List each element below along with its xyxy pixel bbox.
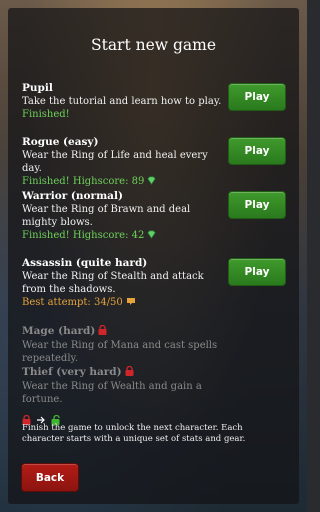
- green-gem-icon: [147, 176, 156, 189]
- character-name: Rogue (easy): [22, 136, 99, 148]
- status-text: Finished! Highscore: 89: [22, 176, 145, 187]
- status-text: Best attempt: 34/50: [22, 297, 123, 308]
- play-rogue-button[interactable]: Play: [228, 137, 286, 165]
- character-rogue: Rogue (easy) Wear the Ring of Life and h…: [22, 136, 222, 189]
- status-text: Finished! Highscore: 42: [22, 230, 145, 241]
- character-status: Finished! Highscore: 89: [22, 175, 222, 189]
- character-name: Thief (very hard): [22, 366, 122, 378]
- unlock-note: Finish the game to unlock the next chara…: [22, 423, 246, 444]
- character-pupil: Pupil Take the tutorial and learn how to…: [22, 82, 222, 121]
- red-lock-icon: [125, 365, 134, 380]
- back-button[interactable]: Back: [21, 463, 79, 492]
- character-name-row: Mage (hard): [22, 324, 222, 339]
- page-title: Start new game: [90, 36, 217, 54]
- character-description: Wear the Ring of Life and heal every day…: [22, 150, 208, 174]
- character-name-row: Thief (very hard): [22, 365, 222, 380]
- character-status: Finished!: [22, 109, 70, 120]
- play-assassin-button[interactable]: Play: [228, 258, 286, 286]
- unlock-legend: [22, 410, 61, 425]
- character-mage: Mage (hard) Wear the Ring of Mana and ca…: [22, 324, 222, 365]
- character-description: Wear the Ring of Mana and cast spells re…: [22, 340, 218, 364]
- character-name: Warrior (normal): [22, 190, 123, 202]
- character-thief: Thief (very hard) Wear the Ring of Wealt…: [22, 365, 222, 406]
- character-description: Wear the Ring of Wealth and gain a fortu…: [22, 381, 202, 405]
- play-pupil-button[interactable]: Play: [228, 83, 286, 111]
- character-description: Take the tutorial and learn how to play.: [22, 96, 222, 107]
- character-name: Mage (hard): [22, 325, 96, 337]
- character-description: Wear the Ring of Stealth and attack from…: [22, 271, 204, 295]
- play-warrior-button[interactable]: Play: [228, 191, 286, 219]
- orange-card-icon: [126, 297, 136, 310]
- character-name: Assassin (quite hard): [22, 257, 148, 269]
- character-status: Finished! Highscore: 42: [22, 229, 222, 243]
- character-description: Wear the Ring of Brawn and deal mighty b…: [22, 204, 191, 228]
- character-status: Best attempt: 34/50: [22, 296, 222, 310]
- red-lock-icon: [98, 324, 107, 339]
- character-assassin: Assassin (quite hard) Wear the Ring of S…: [22, 257, 222, 310]
- character-warrior: Warrior (normal) Wear the Ring of Brawn …: [22, 190, 222, 243]
- character-name: Pupil: [22, 82, 53, 94]
- green-gem-icon: [147, 230, 156, 243]
